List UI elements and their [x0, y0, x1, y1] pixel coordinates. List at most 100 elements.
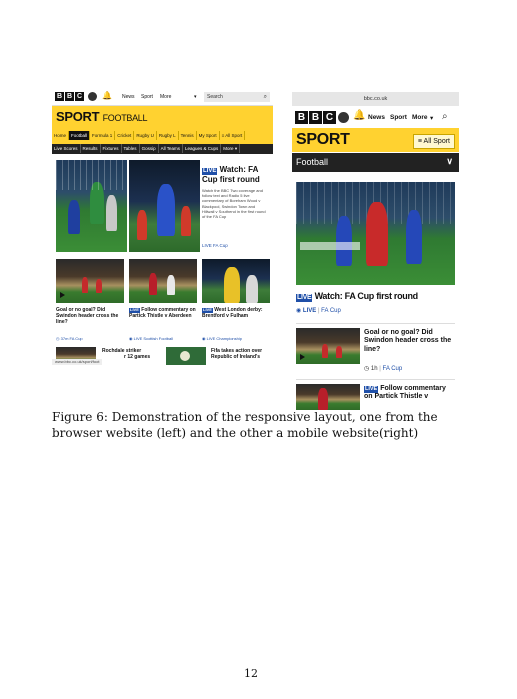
nav-sport[interactable]: Sport	[141, 94, 153, 100]
tab-my-sport[interactable]: My Sport	[197, 131, 220, 140]
card3-photo[interactable]	[202, 259, 270, 303]
mobile-section-bar[interactable]: Football ∨	[292, 153, 459, 172]
tab-football[interactable]: Football	[69, 131, 91, 140]
search-input[interactable]: Search ⌕	[204, 92, 270, 102]
main-headline-line1: Watch: FA	[219, 165, 259, 174]
tab-rugby-union[interactable]: Rugby U	[134, 131, 157, 140]
tab-cricket[interactable]: Cricket	[115, 131, 135, 140]
card2-meta-text: LIVE Scottish Football	[133, 336, 173, 341]
subtab-more-label: More	[223, 146, 234, 151]
mobile-card2-photo[interactable]	[296, 384, 360, 410]
tab-home[interactable]: Home	[52, 131, 70, 140]
mobile-sport-header: SPORT ≡ All Sport	[292, 128, 459, 152]
mobile-main-meta-tag: FA Cup	[321, 308, 341, 314]
bbc-letter: B	[309, 111, 322, 124]
play-icon[interactable]	[300, 354, 305, 360]
account-icon[interactable]	[338, 112, 349, 123]
meta-divider: |	[379, 366, 381, 372]
nav-more[interactable]: More	[412, 114, 428, 121]
divider	[296, 323, 455, 324]
lead-photo-goalkeeper[interactable]	[56, 160, 127, 252]
mobile-card1-tag: FA Cup	[382, 366, 403, 372]
subtab-fixtures[interactable]: Fixtures	[101, 144, 122, 153]
tab-rugby-league[interactable]: Rugby L	[157, 131, 179, 140]
bottom2-line2: Republic of Ireland's	[211, 354, 260, 360]
tab-all-sport[interactable]: ≡ All Sport	[220, 131, 246, 140]
card3-headline[interactable]: LIVE West London derby: Brentford v Fulh…	[202, 307, 272, 319]
bbc-letter: C	[323, 111, 336, 124]
mobile-main-meta-live: LIVE	[302, 308, 317, 314]
football-subnav: Live Scores Results Fixtures Tables Goss…	[52, 144, 273, 154]
status-url: www.bbc.co.uk/sport/foot	[52, 359, 103, 365]
subtab-live-scores[interactable]: Live Scores	[52, 144, 81, 153]
main-meta[interactable]: LIVE FA Cup	[202, 243, 228, 248]
card1-headline[interactable]: Goal or no goal? Did Swindon header cros…	[56, 307, 126, 325]
tab-all-sport-label: All Sport	[225, 133, 243, 138]
live-dot-icon: ◉	[202, 336, 206, 341]
search-icon[interactable]: ⌕	[264, 92, 267, 102]
sport-title[interactable]: SPORT	[296, 131, 350, 149]
chevron-down-icon[interactable]: ∨	[446, 156, 453, 167]
menu-icon: ≡	[417, 138, 422, 145]
nav-news[interactable]: News	[122, 94, 135, 100]
mobile-url-bar[interactable]: bbc.co.uk	[292, 92, 459, 106]
mobile-card1-photo[interactable]	[296, 328, 360, 364]
mobile-main-meta[interactable]: ◉ LIVE | FA Cup	[296, 307, 341, 314]
tab-tennis[interactable]: Tennis	[179, 131, 197, 140]
search-placeholder: Search	[207, 94, 223, 100]
bbc-letter: B	[55, 92, 64, 101]
live-badge: LIVE	[202, 168, 218, 176]
card1-meta[interactable]: ◷ 37m FA Cup	[56, 336, 83, 341]
bbc-logo[interactable]: B B C	[295, 111, 336, 124]
subtab-results[interactable]: Results	[81, 144, 101, 153]
bbc-letter: C	[75, 92, 84, 101]
subtab-tables[interactable]: Tables	[122, 144, 140, 153]
tab-formula-1[interactable]: Formula 1	[90, 131, 116, 140]
nav-news[interactable]: News	[368, 114, 385, 121]
bbc-letter: B	[295, 111, 308, 124]
bottom2-headline[interactable]: Fifa takes action over Republic of Irela…	[211, 348, 262, 360]
bottom1-line2: r 12 games	[124, 354, 151, 360]
page-number: 12	[244, 667, 258, 680]
mobile-card1-headline[interactable]: Goal or no goal? Did Swindon header cros…	[364, 329, 456, 354]
clock-icon: ◷	[56, 336, 60, 341]
main-headline-line2: Cup first round	[202, 175, 260, 185]
card2-photo[interactable]	[129, 259, 197, 303]
figure-caption: Figure 6: Demonstration of the responsiv…	[52, 410, 438, 440]
subtab-leagues-cups[interactable]: Leagues & Cups	[183, 144, 222, 153]
bbc-logo[interactable]: B B C	[55, 92, 84, 101]
notifications-bell-icon[interactable]: 🔔	[102, 91, 112, 100]
subtab-gossip[interactable]: Gossip	[140, 144, 159, 153]
card3-meta[interactable]: ◉ LIVE Championship	[202, 336, 242, 341]
all-sport-button[interactable]: ≡ All Sport	[412, 134, 455, 149]
subtab-more[interactable]: More ▾	[221, 144, 241, 153]
account-icon[interactable]	[88, 92, 97, 101]
main-headline[interactable]: LIVE Watch: FA Cup first round	[202, 165, 272, 185]
card2-meta[interactable]: ◉ LIVE Scottish Football	[129, 336, 173, 341]
nav-more-caret-icon: ▾	[430, 115, 434, 122]
live-dot-icon: ◉	[129, 336, 133, 341]
mobile-card2-headline[interactable]: LIVE Follow commentary on Partick Thistl…	[364, 385, 456, 402]
sport-title[interactable]: SPORT FOOTBALL	[56, 109, 148, 124]
mobile-lead-photo[interactable]	[296, 182, 455, 285]
card2-headline[interactable]: LIVE Follow commentary on Partick Thistl…	[129, 307, 199, 319]
all-sport-label: All Sport	[423, 138, 450, 145]
sport-subtitle: FOOTBALL	[102, 113, 148, 123]
card3-meta-text: LIVE Championship	[206, 336, 242, 341]
mobile-screenshot: bbc.co.uk B B C 🔔 News Sport More ▾ ⌕ SP…	[292, 92, 459, 410]
desktop-top-nav: B B C 🔔 News Sport More ▾ Search ⌕	[52, 89, 273, 106]
play-icon[interactable]	[60, 292, 65, 298]
subtab-all-teams[interactable]: All Teams	[159, 144, 184, 153]
notifications-bell-icon[interactable]: 🔔	[353, 110, 365, 121]
nav-sport[interactable]: Sport	[390, 114, 407, 121]
lead-photo-player[interactable]	[129, 160, 200, 252]
chevron-down-icon: ▾	[234, 146, 238, 151]
bottom2-photo[interactable]	[166, 347, 206, 365]
mobile-main-headline[interactable]: LIVE Watch: FA Cup first round	[296, 291, 459, 303]
card1-photo[interactable]	[56, 259, 124, 303]
nav-more[interactable]: More	[160, 94, 171, 100]
mobile-card1-meta[interactable]: ◷ 1h | FA Cup	[364, 365, 402, 372]
section-title: Football	[296, 157, 329, 167]
bottom1-headline[interactable]: Rochdale striker r 12 games	[102, 348, 150, 360]
search-icon[interactable]: ⌕	[442, 111, 448, 122]
